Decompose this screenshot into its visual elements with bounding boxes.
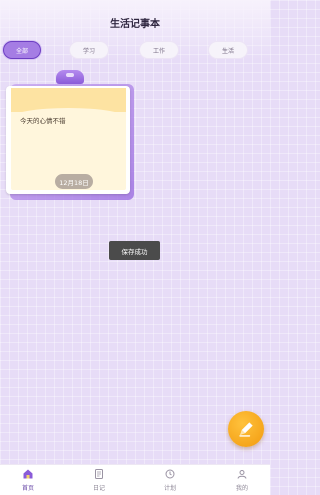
- nav-label-diary: 日记: [92, 485, 105, 492]
- note-date-badge: 12月18日: [55, 174, 93, 189]
- note-card[interactable]: 今天的心情不错 12月18日: [4, 70, 134, 200]
- nav-item-home[interactable]: 首页: [8, 468, 48, 495]
- nav-item-plan[interactable]: 计划: [150, 468, 190, 495]
- tab-study[interactable]: 学习: [69, 41, 109, 59]
- note-card-header-band: [11, 88, 126, 118]
- nav-label-plan: 计划: [163, 485, 176, 492]
- nav-label-home: 首页: [21, 485, 34, 492]
- nav-item-diary[interactable]: 日记: [79, 468, 119, 495]
- edit-pencil-icon: [239, 422, 253, 437]
- tab-life[interactable]: 生活: [208, 41, 248, 59]
- nav-label-profile: 我的: [235, 485, 248, 492]
- bottom-navigation: 首页 日记 计划 我的: [0, 464, 270, 495]
- note-card-sheet: 今天的心情不错 12月18日: [11, 88, 126, 190]
- category-tabs: 全部 学习 工作 生活: [0, 41, 270, 59]
- nav-item-profile[interactable]: 我的: [222, 468, 262, 495]
- add-note-button[interactable]: [228, 411, 264, 447]
- page-title: 生活记事本: [110, 19, 160, 30]
- note-text: 今天的心情不错: [20, 117, 66, 125]
- diary-icon: [95, 469, 103, 479]
- tab-work[interactable]: 工作: [139, 41, 179, 59]
- home-icon: [23, 469, 33, 479]
- plan-icon: [165, 469, 175, 479]
- tab-all[interactable]: 全部: [3, 41, 41, 59]
- toast-message: 保存成功: [109, 241, 160, 260]
- profile-icon: [237, 470, 247, 479]
- clipboard-clip-icon: [56, 70, 84, 84]
